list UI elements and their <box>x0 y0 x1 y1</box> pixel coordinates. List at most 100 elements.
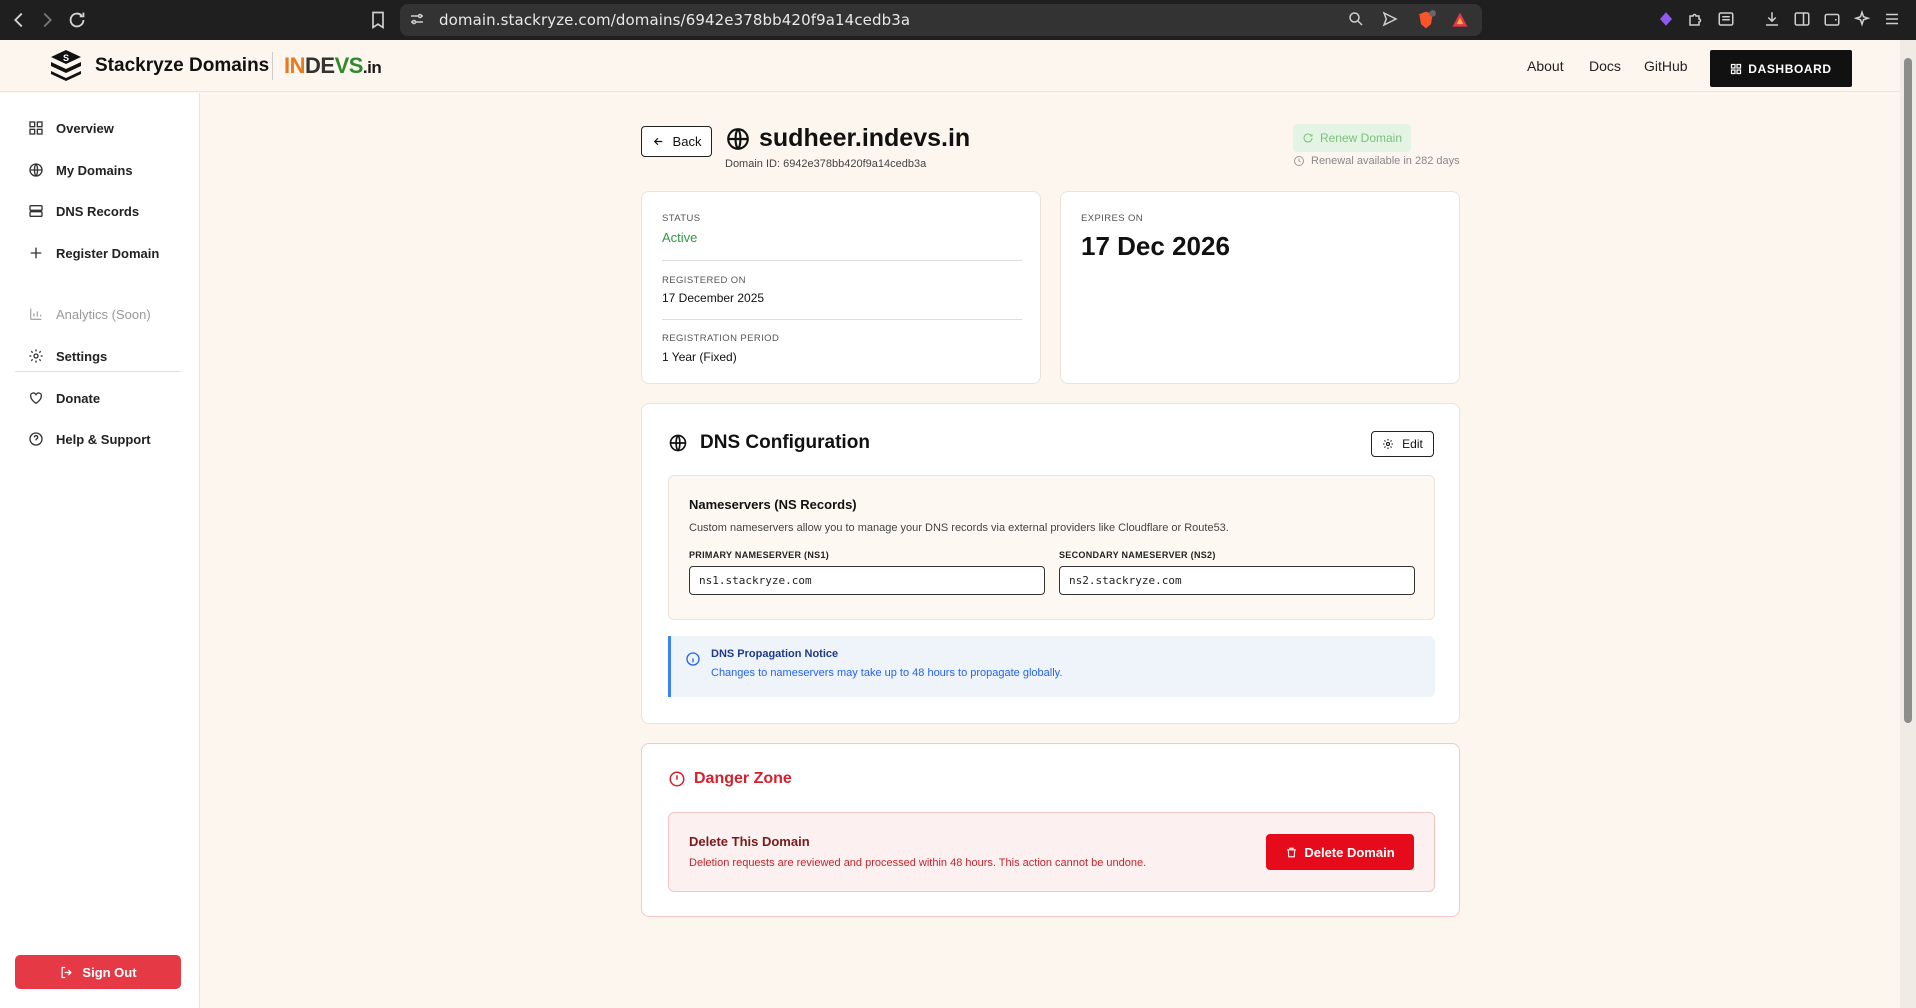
scrollbar-thumb[interactable] <box>1904 58 1912 723</box>
sidebar-item-label: Donate <box>56 390 101 406</box>
sidebar-item-help-support[interactable]: Help & Support <box>28 428 151 450</box>
logout-icon <box>61 966 73 978</box>
danger-zone-title-text: Danger Zone <box>694 770 792 787</box>
edit-dns-button[interactable]: Edit <box>1371 431 1434 457</box>
period-label: REGISTRATION PERIOD <box>662 333 780 344</box>
logo-part-vs: VS <box>334 53 364 78</box>
globe-icon <box>727 127 749 150</box>
status-value: Active <box>662 230 698 245</box>
refresh-icon <box>1303 133 1313 143</box>
sidebar-item-overview[interactable]: Overview <box>28 117 114 139</box>
registered-value: 17 December 2025 <box>662 291 765 305</box>
delete-heading: Delete This Domain <box>689 834 810 849</box>
extensions-puzzle-icon[interactable] <box>1687 10 1707 30</box>
renew-label: Renew Domain <box>1319 131 1403 145</box>
url-text[interactable]: domain.stackryze.com/domains/6942e378bb4… <box>439 11 910 29</box>
logo-part-in: IN <box>284 53 306 78</box>
renewal-note-text: Renewal available in 282 days <box>1311 155 1460 167</box>
sidebar-item-dns-records[interactable]: DNS Records <box>28 200 139 222</box>
sidebar-item-analytics: Analytics (Soon) <box>28 303 151 325</box>
browser-forward-icon[interactable] <box>36 9 58 31</box>
menu-icon[interactable] <box>1883 10 1903 30</box>
nav-github-link[interactable]: GitHub <box>1644 58 1688 74</box>
delete-description: Deletion requests are reviewed and proce… <box>689 857 1147 869</box>
dns-configuration-card: DNS Configuration Edit Nameservers (NS R… <box>641 403 1460 724</box>
share-icon[interactable] <box>1381 10 1401 30</box>
indevs-logo[interactable]: INDEVS.in <box>284 53 382 79</box>
grid-icon <box>29 121 43 135</box>
nameservers-box: Nameservers (NS Records) Custom nameserv… <box>668 475 1435 620</box>
leo-ai-icon[interactable] <box>1853 10 1873 30</box>
bookmark-icon[interactable] <box>368 10 388 30</box>
info-icon <box>685 651 701 667</box>
gear-icon <box>29 349 43 363</box>
zoom-icon[interactable] <box>1347 10 1367 30</box>
sidebar-item-label: Help & Support <box>56 431 151 447</box>
status-label: STATUS <box>662 213 701 224</box>
divider <box>662 260 1022 261</box>
dns-title: DNS Configuration <box>668 432 870 454</box>
sidebar-item-my-domains[interactable]: My Domains <box>28 159 133 181</box>
notice-title: DNS Propagation Notice <box>711 648 839 660</box>
period-value: 1 Year (Fixed) <box>662 350 737 364</box>
brand-name[interactable]: Stackryze Domains <box>95 55 269 77</box>
renewal-note: Renewal available in 282 days <box>1293 155 1460 167</box>
sidebar-item-register-domain[interactable]: Register Domain <box>28 242 159 264</box>
reader-mode-icon[interactable] <box>1717 10 1737 30</box>
expires-value: 17 Dec 2026 <box>1081 231 1230 261</box>
back-button[interactable]: Back <box>641 126 712 157</box>
renew-domain-button[interactable]: Renew Domain <box>1293 124 1411 152</box>
sidebar-item-settings[interactable]: Settings <box>28 345 107 367</box>
delete-domain-box: Delete This Domain Deletion requests are… <box>668 812 1435 892</box>
nav-docs-link[interactable]: Docs <box>1589 58 1621 74</box>
expires-label: EXPIRES ON <box>1081 213 1144 224</box>
ns2-input[interactable] <box>1059 566 1415 595</box>
downloads-icon[interactable] <box>1763 10 1783 30</box>
ns1-label: PRIMARY NAMESERVER (NS1) <box>689 550 830 560</box>
svg-text:S: S <box>63 53 69 63</box>
sidebar-divider <box>15 371 181 372</box>
registered-label: REGISTERED ON <box>662 275 746 286</box>
danger-zone-card: Danger Zone Delete This Domain Deletion … <box>641 743 1460 917</box>
sidebar-item-donate[interactable]: Donate <box>28 387 100 409</box>
nameservers-description: Custom nameservers allow you to manage y… <box>689 522 1229 534</box>
status-card: STATUS Active REGISTERED ON 17 December … <box>641 191 1041 384</box>
expiry-card: EXPIRES ON 17 Dec 2026 <box>1060 191 1460 384</box>
trash-icon <box>1287 847 1297 857</box>
plus-icon <box>30 247 42 259</box>
browser-reload-icon[interactable] <box>66 9 88 31</box>
ns1-input[interactable] <box>689 566 1045 595</box>
brand-divider <box>272 52 273 80</box>
nameservers-title: Nameservers (NS Records) <box>689 497 857 512</box>
brave-rewards-icon[interactable] <box>1450 10 1470 30</box>
arrow-left-icon <box>653 137 662 146</box>
logo-part-tld: .in <box>362 58 382 77</box>
sidebar-item-label: DNS Records <box>56 203 140 219</box>
alert-circle-icon <box>669 771 685 787</box>
domain-name: sudheer.indevs.in <box>759 124 971 152</box>
extension-proton-icon[interactable] <box>1657 10 1677 30</box>
nav-about-link[interactable]: About <box>1527 58 1564 74</box>
sidebar-item-label: Settings <box>56 348 108 364</box>
sidebar-item-label: Register Domain <box>56 245 160 261</box>
help-icon <box>29 432 43 446</box>
logo-part-de: DE <box>305 53 335 78</box>
delete-domain-button[interactable]: Delete Domain <box>1266 834 1414 870</box>
domain-title: sudheer.indevs.in <box>725 124 970 153</box>
site-info-icon[interactable] <box>408 10 428 30</box>
sign-out-button[interactable]: Sign Out <box>15 955 181 989</box>
sidebar-toggle-icon[interactable] <box>1793 10 1813 30</box>
heart-icon <box>30 392 42 405</box>
wallet-icon[interactable] <box>1823 10 1843 30</box>
dashboard-button[interactable]: DASHBOARD <box>1710 50 1852 87</box>
back-label: Back <box>672 134 702 149</box>
brave-shield-icon[interactable] <box>1416 10 1436 30</box>
server-icon <box>29 205 43 217</box>
browser-back-icon[interactable] <box>8 9 30 31</box>
dns-propagation-notice: DNS Propagation Notice Changes to namese… <box>668 636 1435 697</box>
sign-out-label: Sign Out <box>82 964 137 980</box>
chart-icon <box>30 308 42 320</box>
sidebar-item-label: Overview <box>56 120 114 136</box>
sidebar: Overview My Domains DNS Records Register… <box>0 93 200 1008</box>
stackryze-logo-icon[interactable]: S <box>48 48 84 82</box>
